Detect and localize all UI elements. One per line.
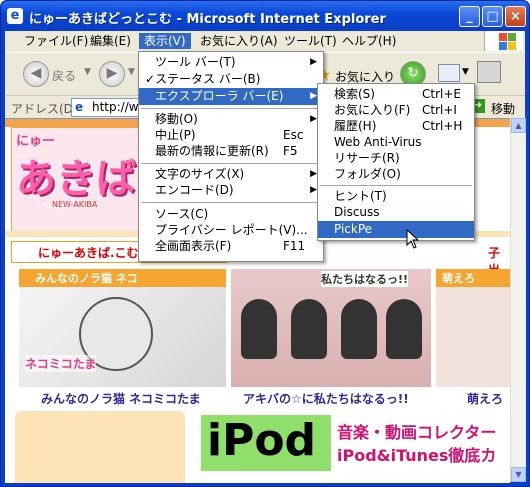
card2-overlay-text: 私たちはなるっ!! (321, 271, 409, 287)
maximize-button[interactable]: □ (482, 6, 503, 27)
print-icon[interactable] (477, 61, 501, 83)
maid-figure (341, 299, 377, 359)
card3-image[interactable] (436, 287, 510, 387)
ipod-line1: 音楽・動画コレクター (337, 423, 497, 442)
address-value: http://w (92, 100, 139, 114)
card1-header: みんなのノラ猫 ネコ (19, 269, 226, 287)
ipod-banner[interactable]: iPod 音楽・動画コレクター iPod&iTunes徹底カ (201, 415, 510, 483)
vertical-scrollbar[interactable]: ▲ ▼ (510, 118, 526, 482)
forward-arrow-icon[interactable]: ▶ (99, 61, 125, 87)
menu-help[interactable]: ヘルプ(H) (337, 33, 401, 49)
back-dropdown-icon[interactable]: ▼ (84, 67, 91, 77)
maid-figure (386, 299, 422, 359)
card1-header-text: みんなのノラ猫 ネコ (35, 272, 138, 285)
go-button[interactable]: 移動 (491, 100, 515, 117)
card1-image[interactable]: ネコミコたま (19, 287, 226, 387)
menu-separator (320, 185, 472, 186)
card3-header-text: 萌えろ (442, 272, 475, 285)
explorer-item-search[interactable]: 検索(S) Ctrl+E (318, 86, 474, 103)
explorer-item-discuss[interactable]: Discuss (318, 204, 474, 221)
menu-favorites[interactable]: お気に入り(A) (195, 33, 283, 49)
view-menu-item-statusbar[interactable]: ✓ ステータス バー(B) (139, 71, 323, 88)
menu-view[interactable]: 表示(V) (139, 33, 191, 49)
left-panel (15, 411, 185, 483)
windows-logo-icon (484, 31, 523, 51)
card2-caption[interactable]: アキバの☆に私たちはなるっ!! (243, 390, 409, 407)
view-menu-item-encoding[interactable]: エンコード(D) ▶ (139, 182, 323, 199)
menu-separator (141, 163, 321, 164)
window-title: にゅーあきばどっとこむ - Microsoft Internet Explore… (29, 12, 386, 27)
ipod-logo-text: iPod (207, 415, 317, 466)
checkmark-icon: ✓ (145, 72, 156, 86)
view-menu-item-explorer-bar[interactable]: エクスプローラ バー(E) ▶ (139, 88, 323, 105)
mouse-cursor-icon (406, 229, 420, 249)
submenu-arrow-icon: ▶ (310, 91, 317, 101)
logo-main-text: あきば (16, 156, 136, 202)
card1-overlay-text: ネコミコたま (25, 355, 97, 372)
mail-icon[interactable] (438, 64, 460, 82)
maid-figure (241, 299, 277, 359)
back-label[interactable]: 戻る (52, 67, 76, 84)
explorer-item-folders[interactable]: フォルダ(O) (318, 166, 474, 183)
menu-file[interactable]: ファイル(F) (19, 33, 93, 49)
explorer-item-tips[interactable]: ヒント(T) (318, 188, 474, 205)
menu-bar: ファイル(F) 編集(E) 表示(V) お気に入り(A) ツール(T) ヘルプ(… (5, 31, 525, 51)
view-menu-item-fullscreen[interactable]: 全画面表示(F) F11 (139, 238, 323, 255)
ie-app-icon: e (7, 8, 23, 24)
menu-edit[interactable]: 編集(E) (85, 33, 136, 49)
card2-image[interactable]: 私たちはなるっ!! (231, 269, 431, 387)
card3-header: 萌えろ (436, 269, 510, 287)
card3-caption[interactable]: 萌えろ (467, 390, 503, 407)
submenu-arrow-icon: ▶ (310, 57, 317, 67)
view-menu: ツール バー(T) ▶ ✓ ステータス バー(B) エクスプローラ バー(E) ▶ 移… (138, 51, 324, 262)
menu-separator (141, 202, 321, 203)
submenu-arrow-icon: ▶ (310, 169, 317, 179)
explorer-bar-submenu: 検索(S) Ctrl+E お気に入り(F) Ctrl+I 履歴(H) Ctrl+H W… (317, 83, 475, 241)
view-menu-item-toolbars[interactable]: ツール バー(T) ▶ (139, 54, 323, 71)
view-menu-item-source[interactable]: ソース(C) (139, 206, 323, 223)
submenu-arrow-icon: ▶ (310, 114, 317, 124)
explorer-item-history[interactable]: 履歴(H) Ctrl+H (318, 118, 474, 135)
explorer-item-antivirus[interactable]: Web Anti-Virus (318, 134, 474, 151)
maid-figure (291, 299, 327, 359)
explorer-item-favorites[interactable]: お気に入り(F) Ctrl+I (318, 102, 474, 119)
forward-dropdown-icon[interactable]: ▼ (128, 67, 135, 77)
submenu-arrow-icon: ▶ (310, 185, 317, 195)
explorer-item-pickpe[interactable]: PickPe (318, 221, 474, 238)
minimize-button[interactable]: _ (459, 6, 480, 27)
page-icon: e (75, 100, 84, 114)
site-logo[interactable]: にゅー あきば NEW-AKIBA (11, 127, 143, 234)
address-label: アドレス(D) (11, 102, 78, 116)
explorer-item-research[interactable]: リサーチ(R) (318, 150, 474, 167)
menu-separator (141, 108, 321, 109)
back-arrow-icon[interactable]: ◀ (23, 61, 49, 87)
scroll-down-icon[interactable]: ▼ (511, 467, 526, 482)
view-menu-item-privacy[interactable]: プライバシー レポート(V)... (139, 222, 323, 239)
scroll-up-icon[interactable]: ▲ (511, 118, 526, 133)
ipod-line2: iPod&iTunes徹底カ (337, 446, 497, 465)
title-bar[interactable]: e にゅーあきばどっとこむ - Microsoft Internet Explo… (1, 1, 529, 31)
menu-tools[interactable]: ツール(T) (279, 33, 342, 49)
view-menu-item-goto[interactable]: 移動(O) ▶ (139, 111, 323, 128)
logo-sub-text: NEW-AKIBA (52, 200, 98, 209)
site-link-text: にゅーあきば.こむ (38, 246, 139, 260)
card1-caption[interactable]: みんなのノラ猫 ネコミコたま (41, 390, 201, 407)
view-menu-item-text-size[interactable]: 文字のサイズ(X) ▶ (139, 166, 323, 183)
view-menu-item-refresh[interactable]: 最新の情報に更新(R) F5 (139, 143, 323, 160)
view-menu-item-stop[interactable]: 中止(P) Esc (139, 127, 323, 144)
mail-dropdown-icon[interactable]: ▼ (462, 67, 469, 77)
close-button[interactable]: × (505, 6, 526, 27)
